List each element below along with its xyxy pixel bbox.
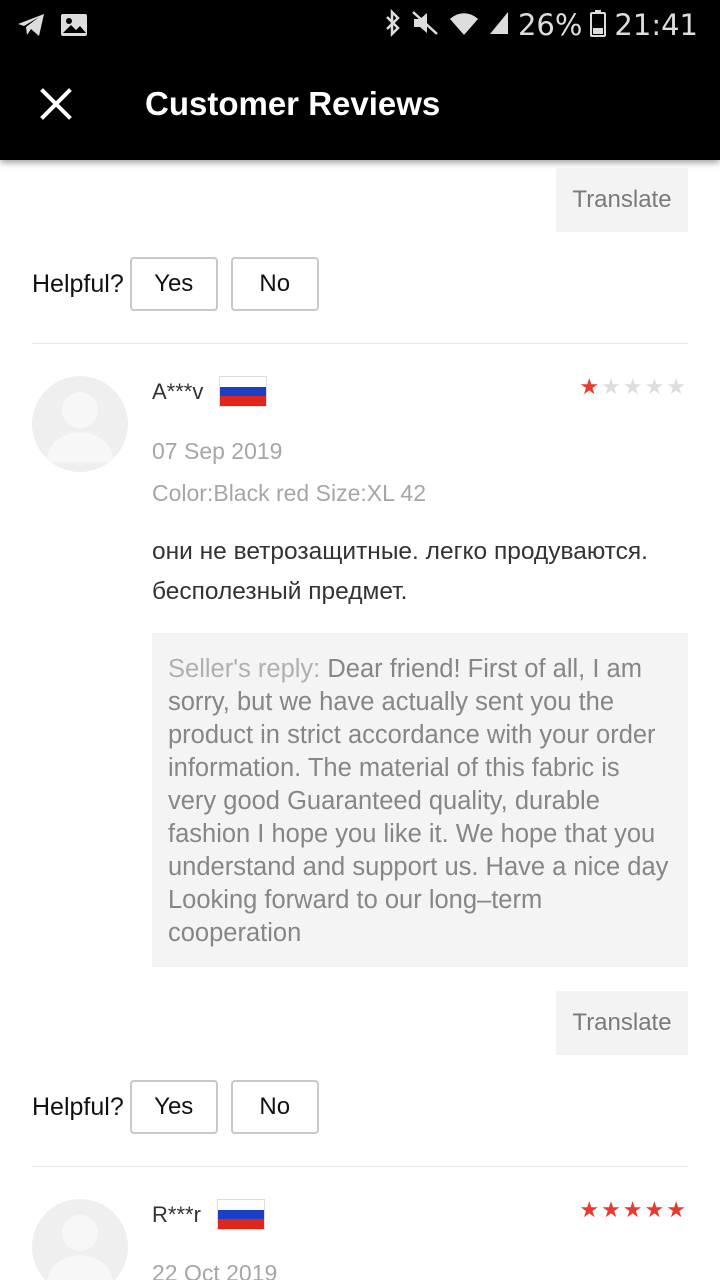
battery-percent: 26% xyxy=(517,8,583,42)
seller-reply: Seller's reply: Dear friend! First of al… xyxy=(152,633,688,967)
star-filled-icon: ★ xyxy=(644,1197,665,1222)
star-empty-icon: ★ xyxy=(601,374,621,399)
user-placeholder-icon xyxy=(46,392,114,462)
star-empty-icon: ★ xyxy=(622,374,643,399)
review-date: 22 Oct 2019 xyxy=(152,1260,278,1280)
helpful-yes-button[interactable]: Yes xyxy=(129,257,218,311)
user-placeholder-icon xyxy=(47,1215,113,1280)
clock: 21:41 xyxy=(614,8,698,42)
helpful-label: Helpful? xyxy=(32,1092,124,1121)
close-icon xyxy=(40,88,72,120)
helpful-yes-button[interactable]: Yes xyxy=(129,1080,218,1134)
product-variant: Color:Black red Size:XL 42 xyxy=(152,480,427,506)
seller-reply-text: Dear friend! First of all, I am sorry, b… xyxy=(168,655,669,947)
star-filled-icon: ★ xyxy=(601,1197,621,1222)
review-date: 07 Sep 2019 xyxy=(152,438,283,464)
mute-icon xyxy=(410,9,440,42)
reviewer-info: R***r xyxy=(152,1199,265,1230)
russia-flag-icon xyxy=(216,1199,265,1230)
helpful-row: Helpful? Yes No xyxy=(32,1080,332,1134)
helpful-label: Helpful? xyxy=(32,269,124,298)
star-empty-icon: ★ xyxy=(644,374,665,399)
signal-icon xyxy=(488,10,510,41)
battery-icon xyxy=(590,9,607,42)
star-filled-icon: ★ xyxy=(666,1197,686,1222)
translate-button[interactable]: Translate xyxy=(556,168,688,232)
star-filled-icon: ★ xyxy=(579,374,600,399)
reviewer-name: A***v xyxy=(152,378,204,404)
wifi-icon xyxy=(448,9,480,42)
divider xyxy=(32,343,688,344)
page-title: Customer Reviews xyxy=(145,85,441,122)
close-button[interactable] xyxy=(34,82,78,126)
star-rating: ★ ★ ★ ★ ★ xyxy=(579,1199,686,1221)
helpful-row: Helpful? Yes No xyxy=(32,257,332,311)
divider xyxy=(32,1166,688,1167)
star-rating: ★ ★ ★ ★ ★ xyxy=(579,376,686,398)
avatar xyxy=(32,1199,128,1280)
star-filled-icon: ★ xyxy=(579,1197,600,1222)
status-bar: 26% 21:41 xyxy=(0,0,720,50)
review-text: они не ветрозащитные. легко продуваются.… xyxy=(152,538,648,605)
reviews-list[interactable]: Translate Helpful? Yes No A***v ★ ★ ★ ★ ★ 07… xyxy=(0,160,720,1280)
helpful-no-button[interactable]: No xyxy=(230,1080,319,1134)
translate-button[interactable]: Translate xyxy=(556,991,688,1055)
seller-reply-label: Seller's reply: xyxy=(168,655,328,683)
russia-flag-icon xyxy=(219,376,268,407)
star-filled-icon: ★ xyxy=(622,1197,643,1222)
gallery-icon xyxy=(60,13,88,42)
avatar xyxy=(32,376,128,472)
reviewer-name: R***r xyxy=(152,1201,201,1227)
telegram-icon xyxy=(16,12,46,43)
bluetooth-icon xyxy=(384,8,402,42)
helpful-no-button[interactable]: No xyxy=(230,257,319,311)
app-bar: Customer Reviews xyxy=(0,50,720,160)
star-empty-icon: ★ xyxy=(666,374,686,399)
reviewer-info: A***v xyxy=(152,376,268,407)
